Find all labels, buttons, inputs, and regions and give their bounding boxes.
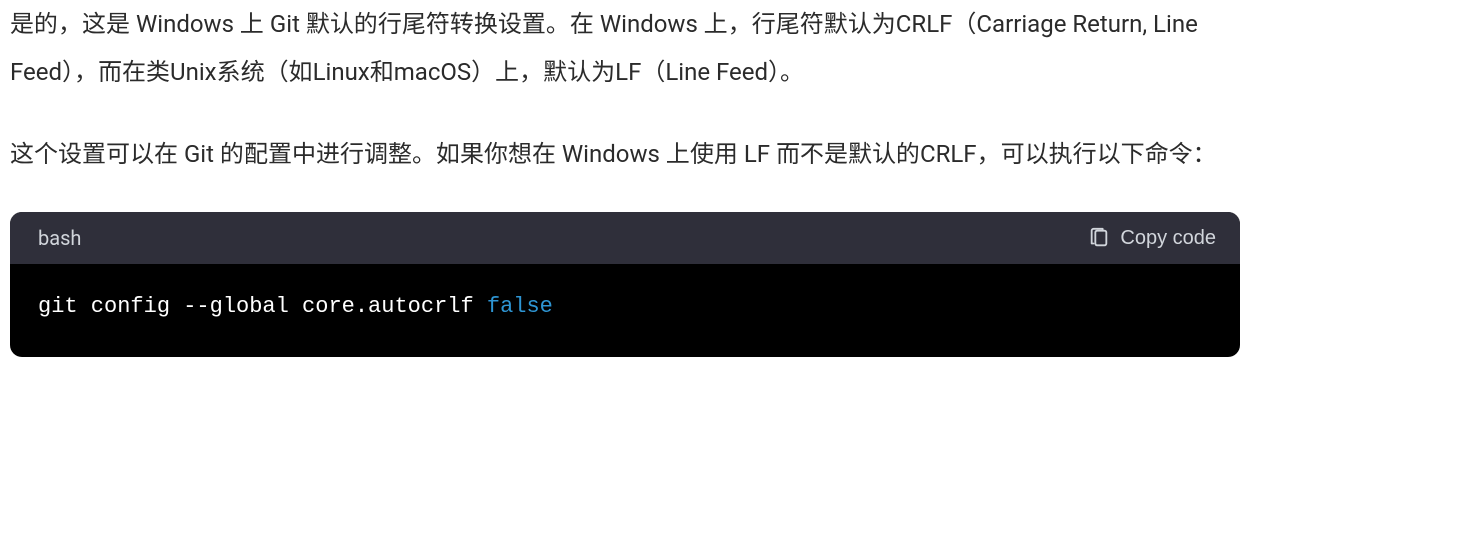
paragraph-2: 这个设置可以在 Git 的配置中进行调整。如果你想在 Windows 上使用 L… [10, 130, 1240, 178]
code-text-prefix: git config --global core.autocrlf [38, 294, 487, 319]
paragraph-1: 是的，这是 Windows 上 Git 默认的行尾符转换设置。在 Windows… [10, 0, 1240, 96]
code-language-label: bash [38, 226, 81, 250]
copy-code-button[interactable]: Copy code [1088, 227, 1216, 250]
code-block: bash Copy code git config --global core.… [10, 212, 1240, 357]
code-block-body: git config --global core.autocrlf false [10, 264, 1240, 357]
code-block-header: bash Copy code [10, 212, 1240, 264]
copy-code-label: Copy code [1120, 227, 1216, 250]
code-text-highlight: false [487, 294, 553, 319]
clipboard-icon [1088, 227, 1110, 249]
message-content: 是的，这是 Windows 上 Git 默认的行尾符转换设置。在 Windows… [10, 0, 1240, 357]
